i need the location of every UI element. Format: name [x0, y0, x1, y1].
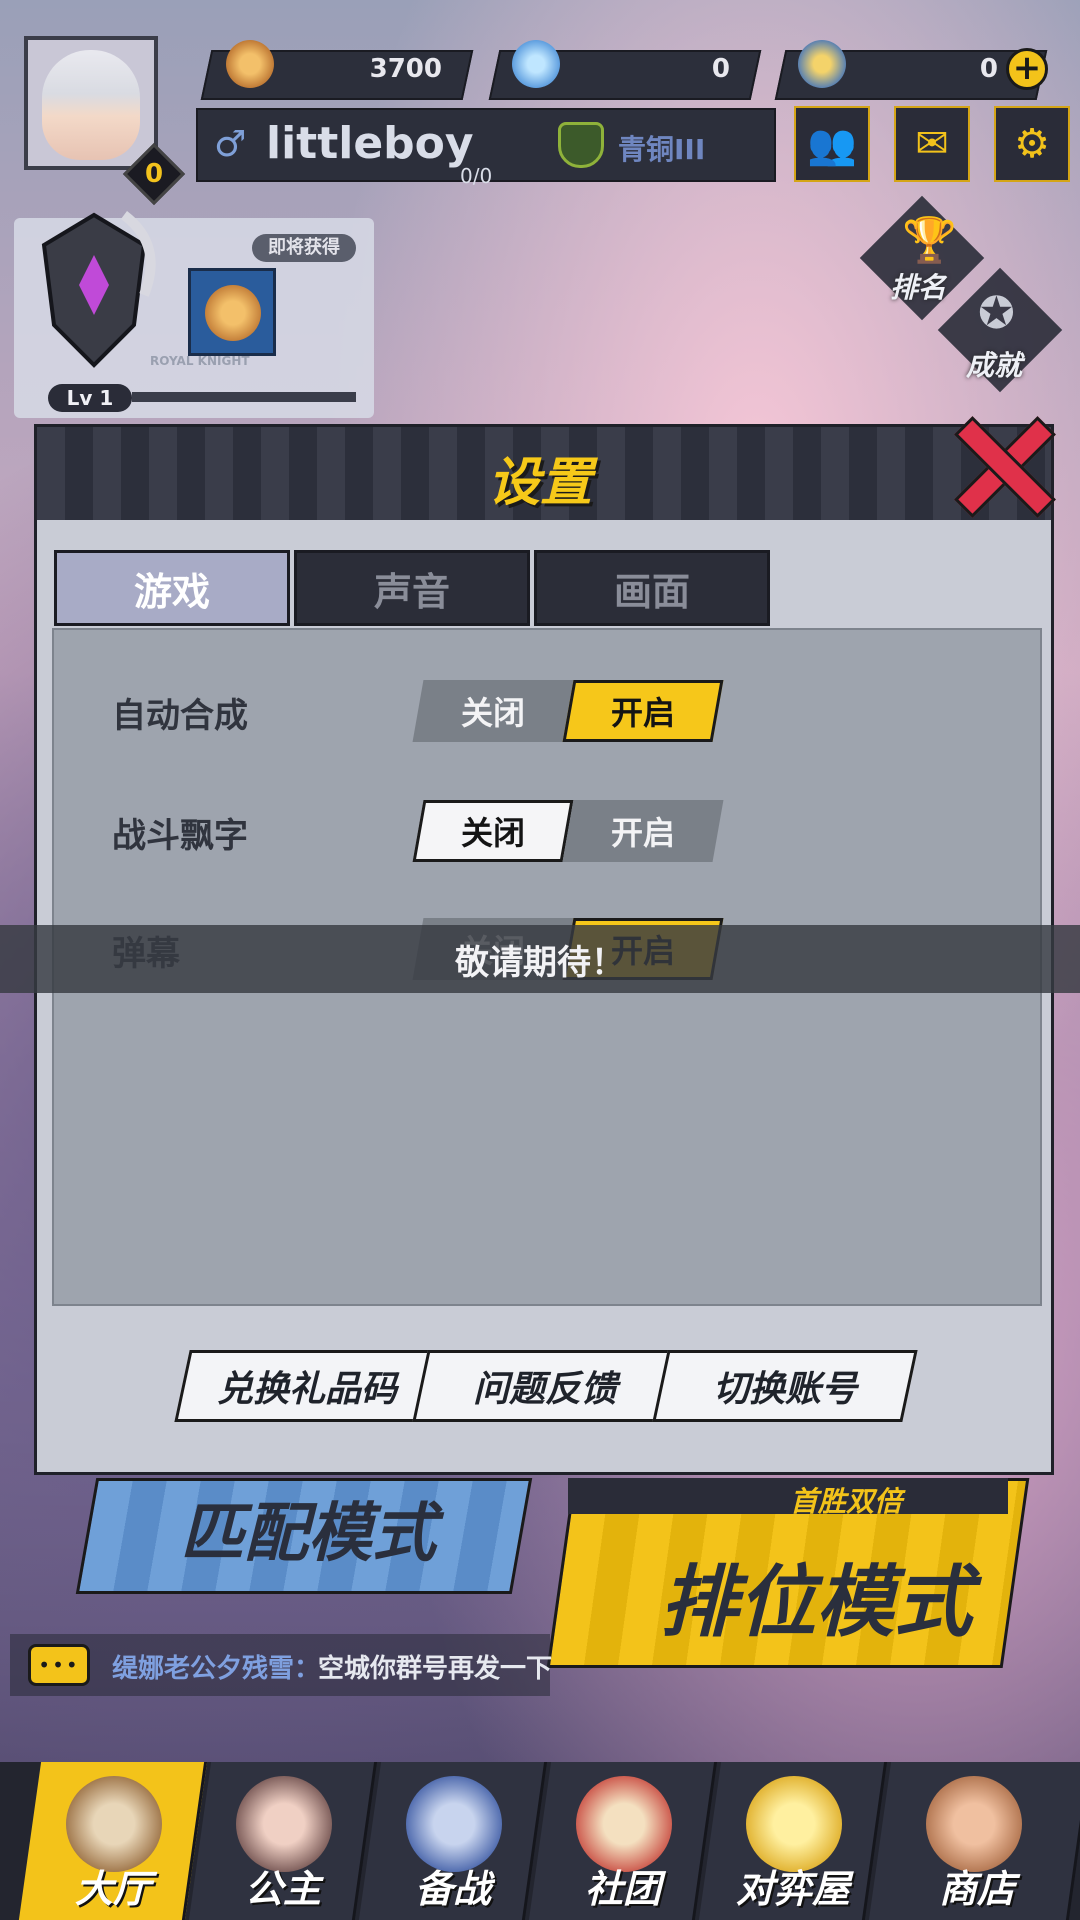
- damage-text-on-toggle[interactable]: 开启: [562, 800, 724, 862]
- toggle-on-label: 开启: [610, 814, 675, 852]
- redeem-code-button[interactable]: 兑换礼品码: [174, 1350, 440, 1422]
- tab-game[interactable]: 游戏: [54, 550, 290, 626]
- tab-sound[interactable]: 声音: [294, 550, 530, 626]
- medal-icon: ✪: [978, 288, 1015, 339]
- damage-text-off-toggle[interactable]: 关闭: [412, 800, 574, 862]
- chat-message: 空城你群号再发一下: [318, 1654, 553, 1684]
- ticket-icon: [798, 40, 846, 88]
- feedback-button[interactable]: 问题反馈: [412, 1350, 678, 1422]
- avatar-level-number: 0: [144, 159, 164, 189]
- male-icon: ♂: [214, 124, 247, 165]
- setting-label-auto-merge: 自动合成: [112, 696, 248, 736]
- first-win-label: 首胜双倍: [790, 1485, 903, 1518]
- ranking-label: 排名: [890, 271, 947, 304]
- close-icon[interactable]: [950, 414, 1050, 514]
- player-exp: 0/0: [460, 164, 493, 188]
- feedback-label: 问题反馈: [472, 1369, 617, 1410]
- setting-label-damage-text: 战斗飘字: [112, 816, 248, 856]
- player-name: littleboy: [266, 118, 474, 169]
- diamond-icon: [512, 40, 560, 88]
- dialog-title: 设置: [487, 453, 592, 513]
- coins-value: 3700: [369, 54, 442, 84]
- nav-label-shop: 商店: [938, 1867, 1015, 1911]
- emblem-caption: ROYAL KNIGHT: [150, 354, 250, 368]
- reward-can-icon: [205, 285, 261, 341]
- friends-button[interactable]: 👥: [794, 106, 870, 182]
- toggle-off-label: 关闭: [460, 814, 525, 852]
- switch-account-button[interactable]: 切换账号: [652, 1350, 918, 1422]
- coming-soon-label: 即将获得: [252, 234, 356, 262]
- auto-merge-on-toggle[interactable]: 开启: [562, 680, 724, 742]
- toast-message: 敬请期待！: [455, 943, 625, 983]
- rank-mode-label: 排位模式: [660, 1558, 973, 1648]
- settings-button[interactable]: ⚙: [994, 106, 1070, 182]
- level-progress-bar: [132, 392, 356, 402]
- match-mode-label: 匹配模式: [180, 1497, 436, 1571]
- mail-icon: ✉: [915, 121, 949, 167]
- chat-sender: 缇娜老公夕残雪：: [112, 1654, 321, 1684]
- nav-label-prepare: 备战: [414, 1867, 491, 1911]
- knight-level: Lv 1: [48, 384, 132, 412]
- chat-bubble-icon: •••: [28, 1644, 90, 1686]
- diamonds-value: 0: [711, 54, 730, 84]
- friends-icon: 👥: [807, 121, 857, 168]
- trophy-icon: 🏆: [902, 215, 957, 266]
- rank-name: 青铜III: [618, 133, 706, 166]
- switch-account-label: 切换账号: [712, 1369, 857, 1410]
- nav-label-club: 社团: [584, 1867, 661, 1911]
- auto-merge-off-toggle[interactable]: 关闭: [412, 680, 574, 742]
- coin-can-icon: [226, 40, 274, 88]
- reward-item[interactable]: [188, 268, 276, 356]
- toggle-on-label: 开启: [610, 694, 675, 732]
- achievement-label: 成就: [966, 349, 1023, 382]
- nav-label-arena: 对弈屋: [735, 1867, 850, 1911]
- redeem-code-label: 兑换礼品码: [216, 1369, 397, 1410]
- avatar-portrait: [42, 50, 140, 160]
- add-currency-button[interactable]: +: [1006, 48, 1048, 90]
- rank-mode-header: [568, 1478, 1008, 1514]
- knight-emblem-icon: [41, 211, 156, 368]
- toggle-off-label: 关闭: [460, 694, 525, 732]
- nav-label-princess: 公主: [244, 1867, 321, 1911]
- mail-button[interactable]: ✉: [894, 106, 970, 182]
- rank-shield-icon: [558, 122, 604, 168]
- player-avatar[interactable]: [24, 36, 158, 170]
- nav-label-lobby: 大厅: [74, 1867, 151, 1911]
- tickets-value: 0: [979, 54, 998, 84]
- tab-display[interactable]: 画面: [534, 550, 770, 626]
- gear-icon: ⚙: [1014, 121, 1050, 167]
